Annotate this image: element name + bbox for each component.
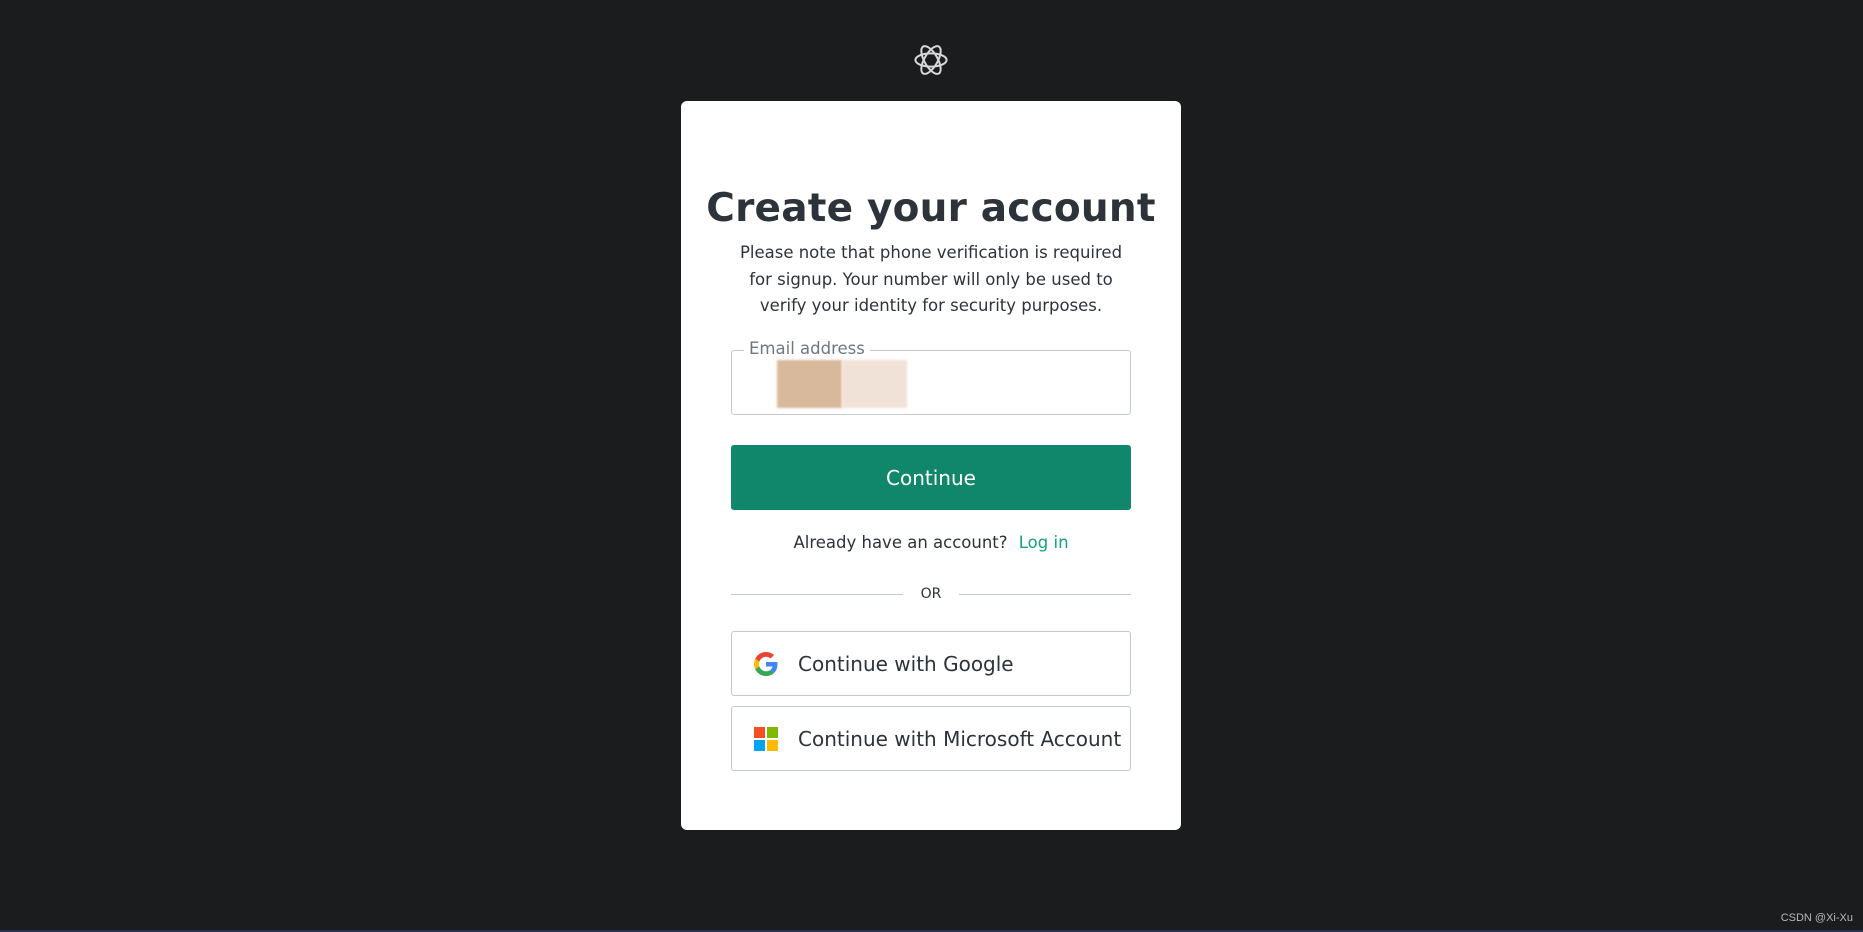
google-button-label: Continue with Google — [798, 651, 1014, 676]
page-title: Create your account — [706, 186, 1156, 231]
signup-card: Create your account Please note that pho… — [681, 101, 1181, 830]
microsoft-icon — [754, 726, 778, 751]
continue-with-microsoft-button[interactable]: Continue with Microsoft Account — [731, 706, 1131, 771]
divider-line-left — [731, 593, 903, 595]
google-icon — [754, 651, 778, 676]
watermark: CSDN @Xi-Xu — [1780, 912, 1853, 924]
login-prompt-text: Already have an account? — [793, 533, 1008, 552]
phone-verification-notice: Please note that phone verification is r… — [739, 243, 1123, 315]
login-link[interactable]: Log in — [1019, 533, 1069, 552]
divider-text: OR — [920, 586, 942, 602]
continue-button-label: Continue — [886, 465, 976, 490]
continue-button[interactable]: Continue — [731, 445, 1131, 510]
login-prompt-row: Already have an account? Log in — [681, 531, 1181, 555]
email-field[interactable]: Email address — [731, 338, 1131, 415]
continue-with-google-button[interactable]: Continue with Google — [731, 631, 1131, 696]
openai-logo-icon — [909, 38, 953, 82]
email-field-label: Email address — [744, 338, 870, 360]
microsoft-button-label: Continue with Microsoft Account — [798, 726, 1122, 751]
divider-line-right — [959, 593, 1131, 595]
email-value-redacted — [777, 360, 907, 408]
or-divider: OR — [731, 582, 1131, 606]
